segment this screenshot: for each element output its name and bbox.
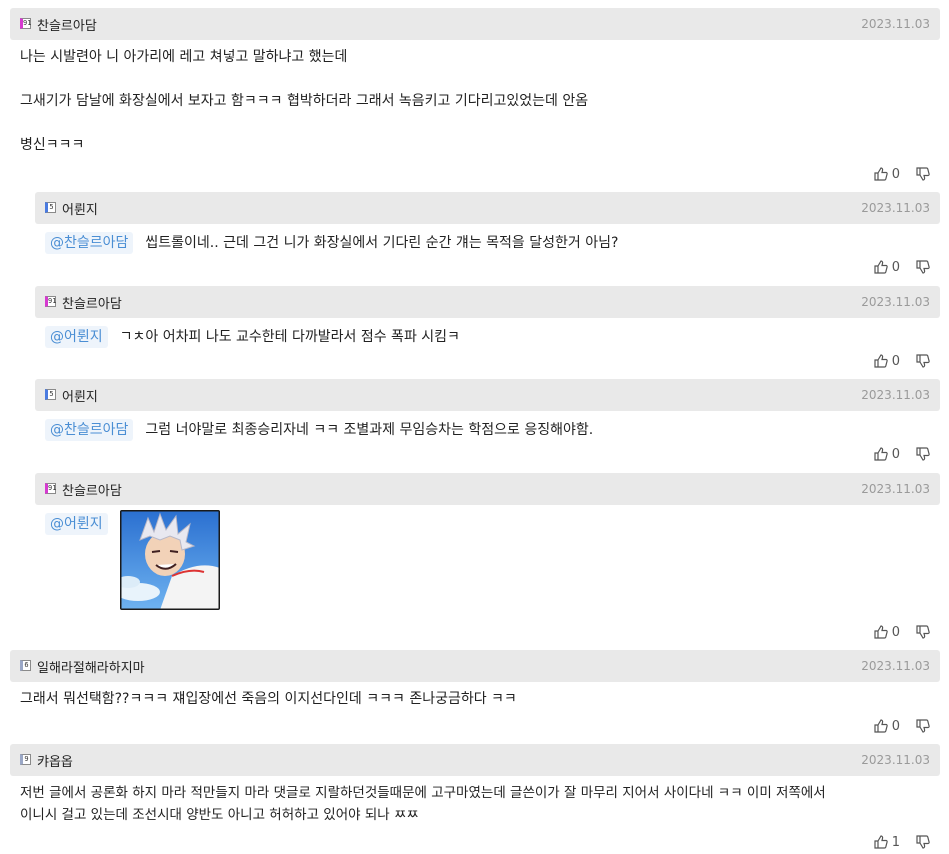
comment-date: 2023.11.03 bbox=[861, 201, 930, 215]
comment-text-line: 나는 시발련아 니 아가리에 레고 쳐넣고 말하냐고 했는데 bbox=[20, 49, 348, 65]
thumbs-down-icon[interactable] bbox=[916, 260, 930, 274]
comment: 91 찬슬르아담 2023.11.03 나는 시발련아 니 아가리에 레고 쳐넣… bbox=[10, 8, 940, 156]
mention-tag[interactable]: @찬슬르아담 bbox=[45, 419, 134, 441]
thumbs-down-icon[interactable] bbox=[916, 835, 930, 849]
comment-header: 5 어륀지 2023.11.03 bbox=[35, 192, 940, 224]
upvote-count: 0 bbox=[891, 446, 900, 462]
level-badge-icon: 9 bbox=[20, 754, 31, 765]
comment-header: 91 찬슬르아담 2023.11.03 bbox=[10, 8, 940, 40]
comment-body: @어륀지 ㄱㅊ아 어차피 나도 교수한테 다까발라서 점수 폭파 시킴ㅋ bbox=[35, 318, 940, 348]
comment-image[interactable] bbox=[120, 510, 220, 610]
mention-tag[interactable]: @찬슬르아담 bbox=[45, 232, 134, 254]
anime-character-image bbox=[120, 510, 220, 610]
comment-text-line: 저번 글에서 공론화 하지 마라 적만들지 마라 댓글로 지랄하던것들때문에 고… bbox=[20, 785, 826, 801]
comment-text-line: 병신ㅋㅋㅋ bbox=[20, 137, 85, 153]
thumbs-down-icon[interactable] bbox=[916, 719, 930, 733]
reply-comment: 5 어륀지 2023.11.03 @찬슬르아담 그럼 너야말로 최종승리자네 ㅋㅋ… bbox=[35, 379, 940, 441]
upvote-count: 0 bbox=[891, 718, 900, 734]
upvote-count: 0 bbox=[891, 624, 900, 640]
vote-bar: 0 bbox=[874, 444, 930, 464]
comment-header: 91 찬슬르아담 2023.11.03 bbox=[35, 473, 940, 505]
comment-header: 6 일해라절해라하지마 2023.11.03 bbox=[10, 650, 940, 682]
author-nickname[interactable]: 찬슬르아담 bbox=[62, 293, 122, 312]
comment-text-line bbox=[20, 68, 930, 90]
comment-text-line bbox=[20, 112, 930, 134]
thumbs-down-icon[interactable] bbox=[916, 625, 930, 639]
mention-tag[interactable]: @어륀지 bbox=[45, 513, 108, 535]
vote-bar: 0 bbox=[874, 622, 930, 642]
comment-body: 나는 시발련아 니 아가리에 레고 쳐넣고 말하냐고 했는데 그새기가 담날에 … bbox=[10, 40, 940, 156]
thumbs-up-icon[interactable] bbox=[874, 260, 888, 274]
level-badge-icon: 91 bbox=[45, 483, 56, 494]
upvote-count: 0 bbox=[891, 166, 900, 182]
comment-header: 91 찬슬르아담 2023.11.03 bbox=[35, 286, 940, 318]
comment-header: 5 어륀지 2023.11.03 bbox=[35, 379, 940, 411]
upvote-count: 0 bbox=[891, 259, 900, 275]
thumbs-down-icon[interactable] bbox=[916, 354, 930, 368]
author-nickname[interactable]: 캬옵옵 bbox=[37, 751, 73, 770]
thumbs-down-icon[interactable] bbox=[916, 447, 930, 461]
upvote-count: 1 bbox=[891, 834, 900, 850]
comment: 9 캬옵옵 2023.11.03 저번 글에서 공론화 하지 마라 적만들지 마… bbox=[10, 744, 940, 826]
vote-bar: 0 bbox=[874, 351, 930, 371]
mention-tag[interactable]: @어륀지 bbox=[45, 326, 108, 348]
comment-date: 2023.11.03 bbox=[861, 753, 930, 767]
vote-bar: 1 bbox=[874, 832, 930, 852]
comment-text-line: 그새기가 담날에 화장실에서 보자고 함ㅋㅋㅋ 협박하더라 그래서 녹음키고 기… bbox=[20, 93, 589, 109]
comment-text-line: 이니시 걸고 있는데 조선시대 양반도 아니고 허허하고 있어야 되나 ㅉㅉ bbox=[20, 807, 419, 823]
upvote-count: 0 bbox=[891, 353, 900, 369]
level-badge-icon: 6 bbox=[20, 660, 31, 671]
author-nickname[interactable]: 찬슬르아담 bbox=[37, 15, 97, 34]
author-nickname[interactable]: 찬슬르아담 bbox=[62, 480, 122, 499]
comment: 6 일해라절해라하지마 2023.11.03 그래서 뭐선택함??ㅋㅋㅋ 쟤입장… bbox=[10, 650, 940, 710]
level-badge-icon: 91 bbox=[20, 18, 31, 29]
comment-text: 그럼 너야말로 최종승리자네 ㅋㅋ 조별과제 무임승차는 학점으로 응징해야함. bbox=[145, 422, 594, 438]
comment-text: 그래서 뭐선택함??ㅋㅋㅋ 쟤입장에선 죽음의 이지선다인데 ㅋㅋㅋ 존나궁금하… bbox=[20, 691, 517, 707]
comment-header: 9 캬옵옵 2023.11.03 bbox=[10, 744, 940, 776]
author-nickname[interactable]: 어륀지 bbox=[62, 386, 98, 405]
thumbs-up-icon[interactable] bbox=[874, 447, 888, 461]
comment-body: @찬슬르아담 그럼 너야말로 최종승리자네 ㅋㅋ 조별과제 무임승차는 학점으로 … bbox=[35, 411, 940, 441]
comment-body: 그래서 뭐선택함??ㅋㅋㅋ 쟤입장에선 죽음의 이지선다인데 ㅋㅋㅋ 존나궁금하… bbox=[10, 682, 940, 710]
author-nickname[interactable]: 어륀지 bbox=[62, 199, 98, 218]
comment-body: @찬슬르아담 씹트롤이네.. 근데 그건 니가 화장실에서 기다린 순간 걔는 목… bbox=[35, 224, 940, 254]
thumbs-up-icon[interactable] bbox=[874, 835, 888, 849]
comment-date: 2023.11.03 bbox=[861, 482, 930, 496]
thumbs-up-icon[interactable] bbox=[874, 719, 888, 733]
level-badge-icon: 5 bbox=[45, 202, 56, 213]
comment-date: 2023.11.03 bbox=[861, 17, 930, 31]
vote-bar: 0 bbox=[874, 164, 930, 184]
vote-bar: 0 bbox=[874, 716, 930, 736]
reply-comment: 5 어륀지 2023.11.03 @찬슬르아담 씹트롤이네.. 근데 그건 니가 … bbox=[35, 192, 940, 254]
comment-date: 2023.11.03 bbox=[861, 659, 930, 673]
author-nickname[interactable]: 일해라절해라하지마 bbox=[37, 657, 145, 676]
reply-comment: 91 찬슬르아담 2023.11.03 @어륀지 ㄱㅊ아 어차피 나도 교수한테 … bbox=[35, 286, 940, 348]
level-badge-icon: 5 bbox=[45, 389, 56, 400]
comment-text: 씹트롤이네.. 근데 그건 니가 화장실에서 기다린 순간 걔는 목적을 달성한… bbox=[145, 235, 619, 251]
level-badge-icon: 91 bbox=[45, 296, 56, 307]
comment-date: 2023.11.03 bbox=[861, 295, 930, 309]
thumbs-up-icon[interactable] bbox=[874, 167, 888, 181]
thumbs-up-icon[interactable] bbox=[874, 625, 888, 639]
vote-bar: 0 bbox=[874, 257, 930, 277]
comment-text: ㄱㅊ아 어차피 나도 교수한테 다까발라서 점수 폭파 시킴ㅋ bbox=[119, 329, 460, 345]
thumbs-up-icon[interactable] bbox=[874, 354, 888, 368]
comment-date: 2023.11.03 bbox=[861, 388, 930, 402]
thumbs-down-icon[interactable] bbox=[916, 167, 930, 181]
comment-body: 저번 글에서 공론화 하지 마라 적만들지 마라 댓글로 지랄하던것들때문에 고… bbox=[10, 776, 940, 826]
